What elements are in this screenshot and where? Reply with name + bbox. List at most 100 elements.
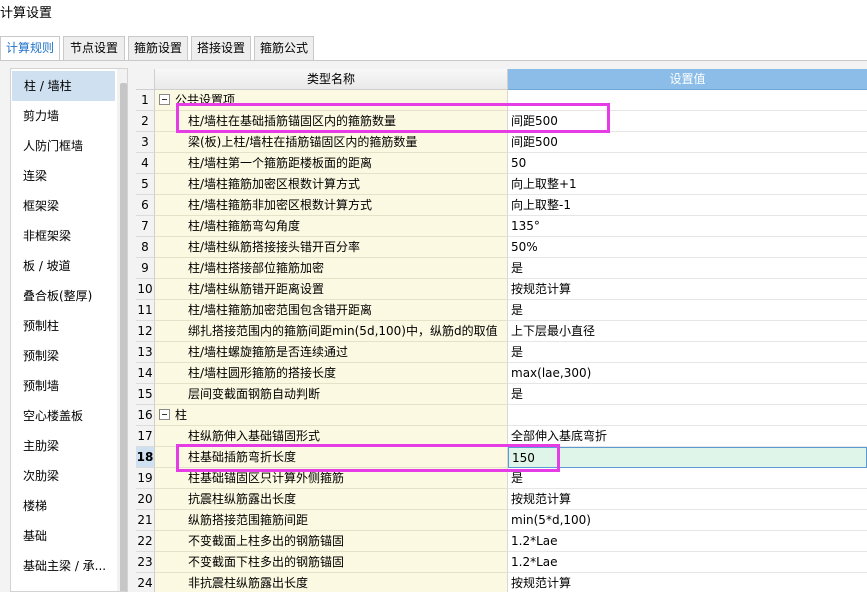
row-number: 17 — [136, 426, 155, 447]
setting-value-cell[interactable]: 是 — [508, 342, 867, 363]
setting-value-cell[interactable]: 1.2*Lae — [508, 531, 867, 552]
row-number: 15 — [136, 384, 155, 405]
collapse-toggle-icon[interactable] — [159, 94, 170, 105]
column-header-type-name[interactable]: 类型名称 — [155, 69, 508, 90]
setting-value-cell[interactable]: 按规范计算 — [508, 573, 867, 592]
table-row[interactable]: 12 绑扎搭接范围内的箍筋间距min(5d,100)中，纵筋d的取值 上下层最小… — [136, 321, 867, 342]
setting-value-cell[interactable]: 50 — [508, 153, 867, 174]
setting-value-cell[interactable]: 135° — [508, 216, 867, 237]
table-row[interactable]: 15 层间变截面钢筋自动判断 是 — [136, 384, 867, 405]
sidebar-item-foundation-main-beam[interactable]: 基础主梁 / 承... — [11, 551, 116, 581]
row-number: 5 — [136, 174, 155, 195]
sidebar-scrollbar-thumb[interactable] — [120, 83, 127, 591]
group-name-cell[interactable]: 柱 — [155, 405, 508, 426]
table-row[interactable]: 21 纵筋搭接范围箍筋间距 min(5*d,100) — [136, 510, 867, 531]
sidebar-item-coupling-beam[interactable]: 连梁 — [11, 161, 116, 191]
table-row[interactable]: 2 柱/墙柱在基础插筋锚固区内的箍筋数量 间距500 — [136, 111, 867, 132]
table-row[interactable]: 14 柱/墙柱圆形箍筋的搭接长度 max(lae,300) — [136, 363, 867, 384]
setting-value-cell[interactable]: 全部伸入基底弯折 — [508, 426, 867, 447]
sidebar-item-secondary-rib-beam[interactable]: 次肋梁 — [11, 461, 116, 491]
setting-value-cell[interactable]: max(lae,300) — [508, 363, 867, 384]
table-row[interactable]: 19 柱基础锚固区只计算外侧箍筋 是 — [136, 468, 867, 489]
tab-bar: 计算规则 节点设置 箍筋设置 搭接设置 箍筋公式 — [0, 36, 867, 62]
setting-value-cell[interactable]: 是 — [508, 468, 867, 489]
sidebar-item-civil-defense-door-frame[interactable]: 人防门框墙 — [11, 131, 116, 161]
sidebar-item-main-rib-beam[interactable]: 主肋梁 — [11, 431, 116, 461]
setting-value-cell[interactable]: 是 — [508, 384, 867, 405]
group-label: 柱 — [175, 408, 188, 422]
sidebar-item-stairs[interactable]: 楼梯 — [11, 491, 116, 521]
table-row[interactable]: 17 柱纵筋伸入基础锚固形式 全部伸入基底弯折 — [136, 426, 867, 447]
setting-value-cell[interactable]: 上下层最小直径 — [508, 321, 867, 342]
tab-lap-settings[interactable]: 搭接设置 — [191, 36, 251, 61]
sidebar-item-non-frame-beam[interactable]: 非框架梁 — [11, 221, 116, 251]
setting-value-cell[interactable]: 是 — [508, 258, 867, 279]
table-row[interactable]: 23 不变截面下柱多出的钢筋锚固 1.2*Lae — [136, 552, 867, 573]
row-number: 7 — [136, 216, 155, 237]
setting-value-cell[interactable]: 50% — [508, 237, 867, 258]
window-title: 计算设置 — [0, 6, 53, 21]
row-number: 10 — [136, 279, 155, 300]
setting-name-cell: 柱/墙柱纵筋搭接接头错开百分率 — [155, 237, 508, 258]
setting-name-cell: 柱/墙柱箍筋加密范围包含错开距离 — [155, 300, 508, 321]
collapse-toggle-icon[interactable] — [159, 409, 170, 420]
sidebar-item-hollow-floor[interactable]: 空心楼盖板 — [11, 401, 116, 431]
setting-name-cell: 柱基础锚固区只计算外侧箍筋 — [155, 468, 508, 489]
setting-value-cell[interactable]: 间距500 — [508, 111, 867, 132]
setting-name-cell: 柱/墙柱圆形箍筋的搭接长度 — [155, 363, 508, 384]
setting-value-cell[interactable]: 按规范计算 — [508, 489, 867, 510]
setting-value-cell[interactable]: 间距500 — [508, 132, 867, 153]
value-cell — [508, 90, 867, 111]
tab-stirrup-settings[interactable]: 箍筋设置 — [128, 36, 188, 61]
sidebar-item-shear-wall[interactable]: 剪力墙 — [11, 101, 116, 131]
setting-value-cell[interactable]: 是 — [508, 300, 867, 321]
table-row[interactable]: 7 柱/墙柱箍筋弯勾角度 135° — [136, 216, 867, 237]
setting-name-cell: 柱/墙柱第一个箍筋距楼板面的距离 — [155, 153, 508, 174]
table-row[interactable]: 3 梁(板)上柱/墙柱在插筋锚固区内的箍筋数量 间距500 — [136, 132, 867, 153]
setting-name-cell: 柱基础插筋弯折长度 — [155, 447, 508, 468]
tab-node-settings[interactable]: 节点设置 — [63, 36, 125, 61]
setting-value-cell[interactable]: min(5*d,100) — [508, 510, 867, 531]
table-row[interactable]: 22 不变截面上柱多出的钢筋锚固 1.2*Lae — [136, 531, 867, 552]
table-row[interactable]: 13 柱/墙柱螺旋箍筋是否连续通过 是 — [136, 342, 867, 363]
tab-calc-rules[interactable]: 计算规则 — [0, 36, 60, 62]
row-number: 4 — [136, 153, 155, 174]
sidebar-item-slab-ramp[interactable]: 板 / 坡道 — [11, 251, 116, 281]
table-row[interactable]: 11 柱/墙柱箍筋加密范围包含错开距离 是 — [136, 300, 867, 321]
sidebar-item-precast-beam[interactable]: 预制梁 — [11, 341, 116, 371]
table-row[interactable]: 24 非抗震柱纵筋露出长度 按规范计算 — [136, 573, 867, 592]
setting-name-cell: 非抗震柱纵筋露出长度 — [155, 573, 508, 592]
table-row[interactable]: 6 柱/墙柱箍筋非加密区根数计算方式 向上取整-1 — [136, 195, 867, 216]
group-name-cell[interactable]: 公共设置项 — [155, 90, 508, 111]
setting-name-cell: 梁(板)上柱/墙柱在插筋锚固区内的箍筋数量 — [155, 132, 508, 153]
tab-stirrup-formula[interactable]: 箍筋公式 — [254, 36, 314, 61]
table-row-current[interactable]: 18 柱基础插筋弯折长度 150 — [136, 447, 867, 468]
setting-name-cell: 柱/墙柱纵筋错开距离设置 — [155, 279, 508, 300]
table-row[interactable]: 20 抗震柱纵筋露出长度 按规范计算 — [136, 489, 867, 510]
row-number: 23 — [136, 552, 155, 573]
sidebar-item-frame-beam[interactable]: 框架梁 — [11, 191, 116, 221]
setting-value-cell[interactable]: 向上取整+1 — [508, 174, 867, 195]
sidebar-item-composite-slab[interactable]: 叠合板(整厚) — [11, 281, 116, 311]
setting-value-editor[interactable]: 150 — [508, 447, 867, 468]
setting-name-cell: 纵筋搭接范围箍筋间距 — [155, 510, 508, 531]
row-number: 2 — [136, 111, 155, 132]
sidebar-item-precast-wall[interactable]: 预制墙 — [11, 371, 116, 401]
setting-value-cell[interactable]: 按规范计算 — [508, 279, 867, 300]
row-number: 22 — [136, 531, 155, 552]
setting-value-cell[interactable]: 1.2*Lae — [508, 552, 867, 573]
setting-name-cell: 柱/墙柱箍筋加密区根数计算方式 — [155, 174, 508, 195]
row-number: 9 — [136, 258, 155, 279]
setting-value-cell[interactable]: 向上取整-1 — [508, 195, 867, 216]
row-number: 12 — [136, 321, 155, 342]
column-header-setting-value[interactable]: 设置值 — [508, 69, 867, 90]
table-row[interactable]: 8 柱/墙柱纵筋搭接接头错开百分率 50% — [136, 237, 867, 258]
sidebar-item-foundation[interactable]: 基础 — [11, 521, 116, 551]
row-number: 3 — [136, 132, 155, 153]
table-row[interactable]: 10 柱/墙柱纵筋错开距离设置 按规范计算 — [136, 279, 867, 300]
table-row[interactable]: 9 柱/墙柱搭接部位箍筋加密 是 — [136, 258, 867, 279]
table-row[interactable]: 5 柱/墙柱箍筋加密区根数计算方式 向上取整+1 — [136, 174, 867, 195]
sidebar-item-column[interactable]: 柱 / 墙柱 — [12, 71, 115, 101]
table-row[interactable]: 4 柱/墙柱第一个箍筋距楼板面的距离 50 — [136, 153, 867, 174]
sidebar-item-precast-column[interactable]: 预制柱 — [11, 311, 116, 341]
